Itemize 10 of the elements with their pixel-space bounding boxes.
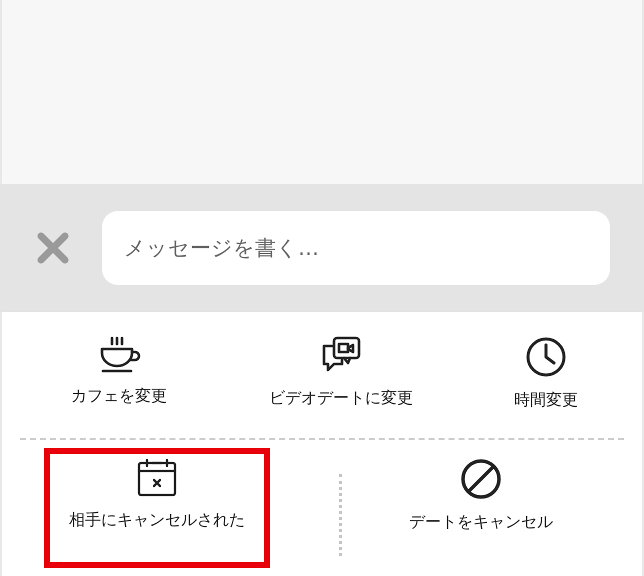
action-button[interactable]: 相手にキャンセルされた bbox=[44, 448, 270, 568]
action-button[interactable]: デートをキャンセル bbox=[342, 448, 620, 568]
message-field[interactable]: メッセージを書く… bbox=[102, 211, 610, 285]
action-button[interactable]: カフェを変更 bbox=[2, 326, 236, 438]
prohibited-icon bbox=[460, 458, 502, 500]
calendar-cross-icon bbox=[136, 458, 178, 498]
action-button[interactable]: ビデオデートに変更 bbox=[236, 326, 446, 438]
clock-icon bbox=[525, 336, 567, 378]
close-icon bbox=[36, 231, 70, 265]
action-button[interactable]: 時間変更 bbox=[446, 326, 644, 438]
